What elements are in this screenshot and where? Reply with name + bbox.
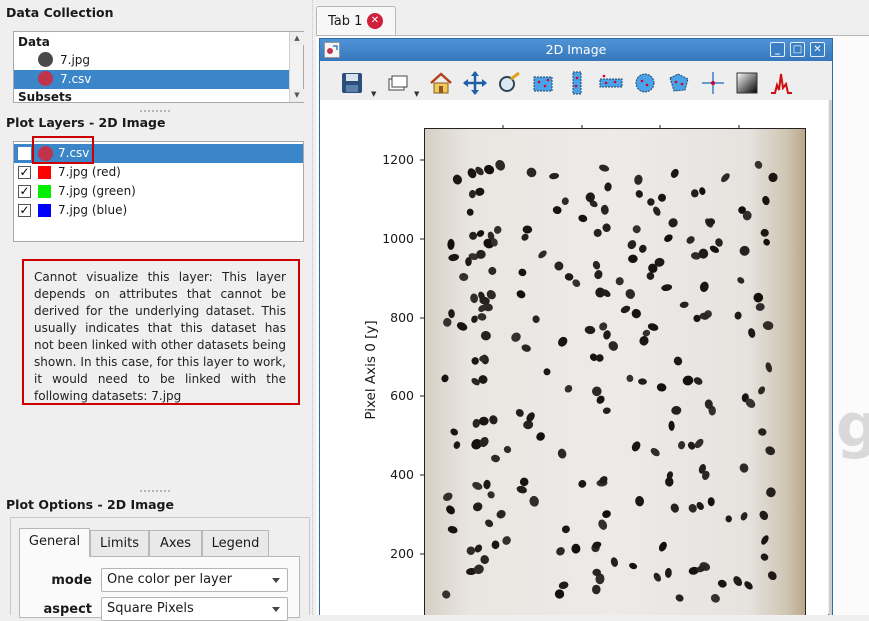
layer-color-swatch xyxy=(38,166,51,179)
contrast-icon[interactable] xyxy=(734,70,760,96)
plot-options-title: Plot Options - 2D Image xyxy=(6,497,174,512)
data-collection-scrollbar[interactable]: ▲ ▼ xyxy=(289,32,304,102)
watermark-glyph: g xyxy=(836,391,869,461)
dataset-label: 7.csv xyxy=(60,72,92,86)
minimize-icon[interactable]: _ xyxy=(770,42,785,57)
polygon-select-icon[interactable] xyxy=(666,70,692,96)
main-splitter[interactable] xyxy=(312,0,315,615)
data-collection-list[interactable]: Data 7.jpg 7.csv Subsets ▲ ▼ xyxy=(13,31,304,104)
mode-value: One color per layer xyxy=(107,572,233,587)
chevron-down-icon[interactable]: ▼ xyxy=(414,90,419,98)
maximize-icon[interactable]: □ xyxy=(790,42,805,57)
tab-axes[interactable]: Axes xyxy=(149,530,202,556)
splitter-handle[interactable] xyxy=(140,490,170,492)
y-axis-label: Pixel Axis 0 [y] xyxy=(363,320,379,420)
mode-label: mode xyxy=(51,573,92,588)
rectangle-select-icon[interactable] xyxy=(530,70,556,96)
tab-limits[interactable]: Limits xyxy=(90,530,149,556)
save-icon[interactable] xyxy=(339,70,365,96)
tab-general[interactable]: General xyxy=(19,528,90,557)
layer-item-7jpg-blue[interactable]: ✓ 7.jpg (blue) xyxy=(14,201,303,220)
chevron-down-icon xyxy=(272,607,280,612)
home-icon[interactable] xyxy=(428,70,454,96)
plot-options-frame: General Limits Axes Legend mode One colo… xyxy=(10,517,310,621)
layer-item-7jpg-green[interactable]: ✓ 7.jpg (green) xyxy=(14,182,303,201)
tab-1-label: Tab 1 xyxy=(328,14,363,29)
highlight-box xyxy=(32,136,94,164)
layer-label: 7.jpg (green) xyxy=(58,184,136,198)
general-tab-panel: mode One color per layer aspect Square P… xyxy=(19,556,300,621)
layer-label: 7.jpg (red) xyxy=(58,165,121,179)
layer-checkbox[interactable] xyxy=(18,147,31,160)
layer-checkbox[interactable]: ✓ xyxy=(18,204,31,217)
list-item-7jpg[interactable]: 7.jpg xyxy=(14,51,303,70)
mode-select[interactable]: One color per layer xyxy=(101,568,288,592)
y-range-select-icon[interactable] xyxy=(598,70,624,96)
splitter-handle[interactable] xyxy=(140,110,170,112)
aspect-select[interactable]: Square Pixels xyxy=(101,597,288,621)
layer-checkbox[interactable]: ✓ xyxy=(18,185,31,198)
y-axis-ticks: 1200 1000 800 600 400 200 xyxy=(380,0,414,615)
data-group-header: Data xyxy=(18,35,50,49)
dataset-color-dot xyxy=(38,71,53,86)
pan-icon[interactable] xyxy=(462,70,488,96)
x-range-select-icon[interactable] xyxy=(564,70,590,96)
layer-warning-message: Cannot visualize this layer: This layer … xyxy=(22,259,300,405)
aspect-value: Square Pixels xyxy=(107,601,194,616)
subsets-group-header: Subsets xyxy=(18,90,72,104)
plot-layers-title: Plot Layers - 2D Image xyxy=(6,115,166,130)
histogram-icon[interactable] xyxy=(768,70,794,96)
zoom-icon[interactable] xyxy=(496,70,522,96)
layer-color-swatch xyxy=(38,204,51,217)
layer-item-7jpg-red[interactable]: ✓ 7.jpg (red) xyxy=(14,163,303,182)
scroll-up-icon[interactable]: ▲ xyxy=(290,32,304,45)
close-icon[interactable]: ✕ xyxy=(810,42,825,57)
scroll-down-icon[interactable]: ▼ xyxy=(290,89,304,102)
layer-checkbox[interactable]: ✓ xyxy=(18,166,31,179)
data-collection-title: Data Collection xyxy=(6,5,114,20)
layer-color-swatch xyxy=(38,185,51,198)
chevron-down-icon[interactable]: ▼ xyxy=(371,90,376,98)
chevron-down-icon xyxy=(272,578,280,583)
list-item-7csv[interactable]: 7.csv xyxy=(14,70,290,89)
tab-legend[interactable]: Legend xyxy=(202,530,269,556)
dataset-color-dot xyxy=(38,52,53,67)
layer-label: 7.jpg (blue) xyxy=(58,203,128,217)
dataset-label: 7.jpg xyxy=(60,53,91,67)
crosshair-icon[interactable] xyxy=(700,70,726,96)
circle-select-icon[interactable] xyxy=(632,70,658,96)
axis-ticks xyxy=(420,125,740,555)
